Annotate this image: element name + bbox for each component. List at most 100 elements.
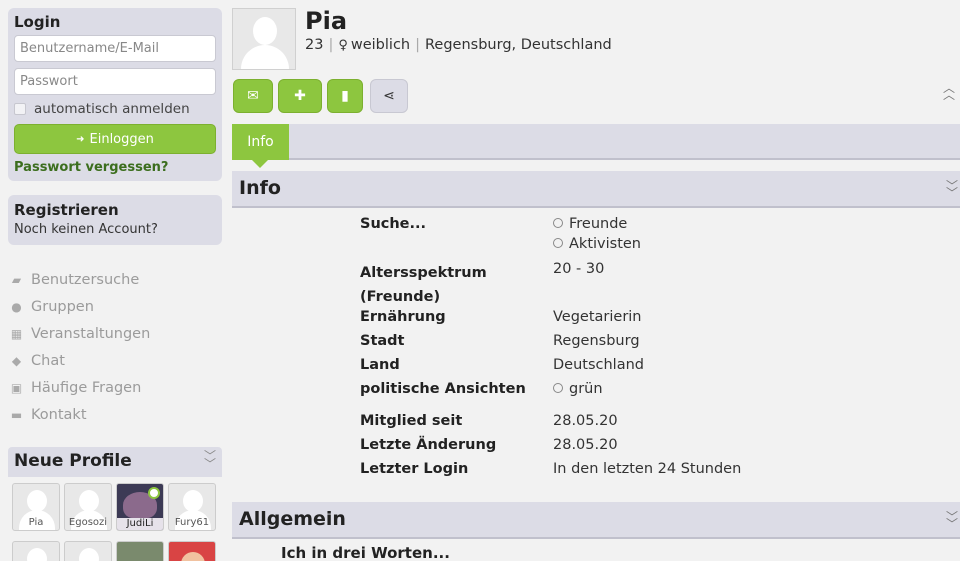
profile-thumb[interactable] <box>64 541 112 561</box>
info-key: Ernährung <box>360 309 446 325</box>
login-button[interactable]: ➜ Einloggen <box>14 124 216 154</box>
register-title[interactable]: Registrieren <box>14 201 119 219</box>
info-key: politische Ansichten <box>360 381 526 397</box>
profile-thumb-name: Pia <box>28 517 44 528</box>
avatar-placeholder-body <box>241 45 289 69</box>
info-key: Mitglied seit <box>360 413 463 429</box>
register-subtitle: Noch keinen Account? <box>14 222 158 237</box>
profile-meta: 23 | ♀ weiblich | Regensburg, Deutschlan… <box>305 37 612 53</box>
online-indicator-icon <box>148 487 160 499</box>
info-value: Deutschland <box>553 357 644 373</box>
share-button[interactable]: ⋖ <box>370 79 408 113</box>
info-value: 28.05.20 <box>553 413 618 429</box>
sidebar-nav: ▰ Benutzersuche ● Gruppen ▦ Veranstaltun… <box>8 266 150 428</box>
profile-thumb[interactable]: Fury61 <box>168 483 216 531</box>
profile-thumb[interactable] <box>168 541 216 561</box>
avatar-placeholder-icon <box>183 490 203 512</box>
chevron-double-down-icon[interactable]: ﹀ ﹀ <box>946 180 958 199</box>
bookmark-icon: ▮ <box>341 88 349 104</box>
add-friend-icon: ✚ <box>294 88 306 104</box>
profile-thumb[interactable] <box>116 541 164 561</box>
sidebar-item-user-search[interactable]: ▰ Benutzersuche <box>8 266 150 293</box>
folder-open-icon: ▰ <box>11 272 22 287</box>
general-question: Ich in drei Worten... <box>281 544 450 561</box>
remember-label: automatisch anmelden <box>34 101 190 117</box>
globe-icon: ● <box>11 299 22 314</box>
sidebar-item-events[interactable]: ▦ Veranstaltungen <box>8 320 150 347</box>
sidebar-item-faq[interactable]: ▣ Häufige Fragen <box>8 374 150 401</box>
send-message-button[interactable]: ✉ <box>233 79 273 113</box>
sidebar-item-label: Chat <box>31 352 65 369</box>
remember-checkbox[interactable] <box>14 103 26 115</box>
chevron-double-down-icon[interactable]: ﹀ ﹀ <box>204 450 216 470</box>
info-key: Altersspektrum (Freunde) <box>360 265 487 305</box>
info-section-header[interactable]: Info ﹀ ﹀ <box>232 171 960 208</box>
profile-actions: ✉ ✚ ▮ ⋖ <box>233 79 413 113</box>
info-value: Freunde Aktivisten <box>553 216 953 256</box>
info-value: Regensburg <box>553 333 640 349</box>
profile-thumb-name: JudiLi <box>117 518 163 530</box>
profile-thumb-name: Fury61 <box>174 517 210 528</box>
profile-gender: weiblich <box>350 37 411 53</box>
profile-thumb[interactable]: JudiLi <box>116 483 164 531</box>
general-section-header[interactable]: Allgemein ﹀ ﹀ <box>232 502 960 539</box>
sidebar-item-label: Häufige Fragen <box>31 379 142 396</box>
tab-info[interactable]: Info <box>232 124 289 160</box>
sidebar-item-label: Veranstaltungen <box>31 325 151 342</box>
sign-in-icon: ➜ <box>76 133 85 145</box>
active-tab-caret <box>252 160 268 168</box>
profile-photo <box>181 552 205 561</box>
divider: | <box>415 37 420 53</box>
avatar-placeholder-icon <box>253 17 277 45</box>
sidebar-item-label: Benutzersuche <box>31 271 140 288</box>
calendar-icon: ▦ <box>10 326 23 341</box>
login-title: Login <box>14 13 61 31</box>
sidebar-item-chat[interactable]: ◆ Chat <box>8 347 150 374</box>
profile-thumb[interactable] <box>12 541 60 561</box>
profile-name: Pia <box>305 7 348 35</box>
profile-thumb[interactable]: Egosozi <box>64 483 112 531</box>
info-value: In den letzten 24 Stunden <box>553 461 742 477</box>
info-value-option: Aktivisten <box>569 236 641 252</box>
password-input[interactable] <box>14 68 216 95</box>
forgot-password-link[interactable]: Passwort vergessen? <box>14 160 168 175</box>
radio-icon <box>553 218 563 228</box>
remember-row[interactable]: automatisch anmelden <box>14 101 190 117</box>
info-value-option: Freunde <box>569 216 628 232</box>
avatar-placeholder-icon <box>79 490 99 512</box>
radio-icon <box>553 383 563 393</box>
profile-age: 23 <box>305 37 324 53</box>
general-section-title: Allgemein <box>239 508 346 530</box>
sidebar-item-contact[interactable]: ▬ Kontakt <box>8 401 150 428</box>
info-key: Letzte Änderung <box>360 437 497 453</box>
female-icon: ♀ <box>338 37 348 53</box>
sidebar-item-label: Kontakt <box>31 406 87 423</box>
info-key: Suche... <box>360 216 427 232</box>
bookmark-button[interactable]: ▮ <box>327 79 363 113</box>
profile-avatar <box>232 8 296 70</box>
chat-icon: ◆ <box>11 353 22 368</box>
chevron-double-down-icon[interactable]: ﹀ ﹀ <box>946 511 958 530</box>
info-key: Land <box>360 357 400 373</box>
new-profiles-header[interactable]: Neue Profile ﹀ ﹀ <box>8 447 222 477</box>
add-friend-button[interactable]: ✚ <box>278 79 322 113</box>
info-value: 20 - 30 <box>553 261 605 277</box>
share-icon: ⋖ <box>383 88 395 104</box>
info-key: Stadt <box>360 333 405 349</box>
login-panel: Login automatisch anmelden ➜ Einloggen P… <box>8 8 222 181</box>
chevron-double-up-icon[interactable]: ︿ ︿ <box>943 82 955 101</box>
avatar-placeholder-icon <box>79 548 99 561</box>
info-value-option: grün <box>569 381 603 397</box>
profile-thumb[interactable]: Pia <box>12 483 60 531</box>
new-profiles-title: Neue Profile <box>14 451 132 471</box>
sidebar-item-groups[interactable]: ● Gruppen <box>8 293 150 320</box>
truck-icon: ▬ <box>10 407 23 422</box>
first-aid-icon: ▣ <box>10 380 23 395</box>
profile-tabs: Info <box>232 124 960 160</box>
avatar-placeholder-icon <box>27 490 47 512</box>
info-key: Letzter Login <box>360 461 469 477</box>
username-input[interactable] <box>14 35 216 62</box>
radio-icon <box>553 238 563 248</box>
register-panel[interactable]: Registrieren Noch keinen Account? <box>8 195 222 245</box>
info-value: Vegetarierin <box>553 309 642 325</box>
